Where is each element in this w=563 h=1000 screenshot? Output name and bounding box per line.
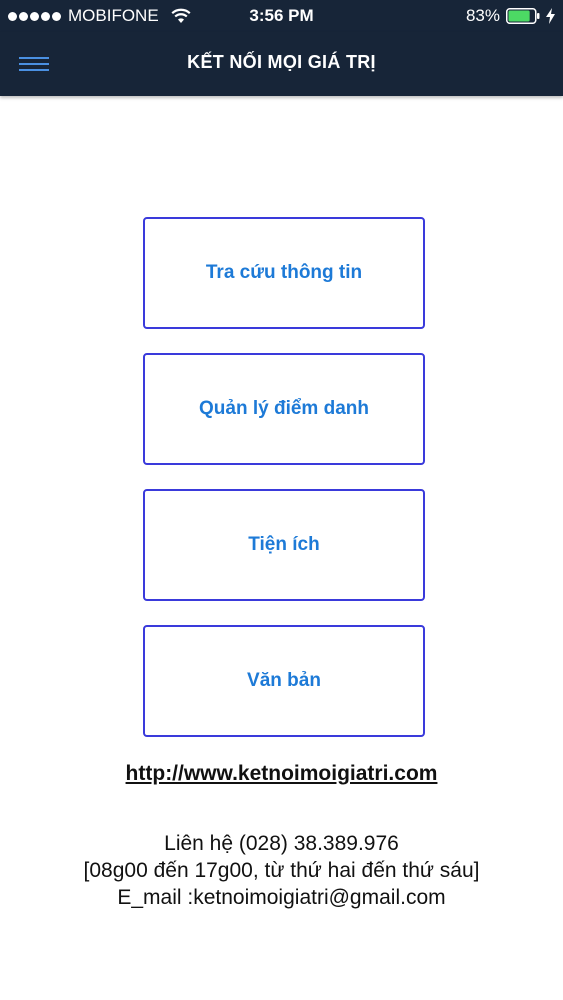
nav-bar: KẾT NỐI MỌI GIÁ TRỊ xyxy=(0,32,563,96)
battery-percent: 83% xyxy=(465,6,500,25)
page-title: KẾT NỐI MỌI GIÁ TRỊ xyxy=(187,52,376,72)
status-right: 83% xyxy=(466,6,555,26)
contact-info: Liên hệ (028) 38.389.976 [08g00 đến 17g0… xyxy=(0,830,563,911)
contact-phone: Liên hệ (028) 38.389.976 xyxy=(164,832,399,855)
contact-email: E_mail :ketnoimoigiatri@gmail.com xyxy=(117,886,446,909)
menu-button-van-ban[interactable]: Văn bản xyxy=(143,625,425,737)
battery-icon xyxy=(506,8,540,24)
menu-button-tien-ich[interactable]: Tiện ích xyxy=(143,489,425,601)
battery-fill xyxy=(508,10,530,22)
status-bar: MOBIFONE 3:56 PM 83% xyxy=(0,0,563,32)
website-link[interactable]: http://www.ketnoimoigiatri.com xyxy=(0,762,563,786)
menu-button-tra-cuu-thong-tin[interactable]: Tra cứu thông tin xyxy=(143,217,425,329)
menu-button-quan-ly-diem-danh[interactable]: Quản lý điểm danh xyxy=(143,353,425,465)
footer: http://www.ketnoimoigiatri.com Liên hệ (… xyxy=(0,762,563,911)
charging-bolt-icon xyxy=(546,8,555,24)
contact-hours: [08g00 đến 17g00, từ thứ hai đến thứ sáu… xyxy=(83,859,480,882)
main-menu: Tra cứu thông tin Quản lý điểm danh Tiện… xyxy=(143,217,425,737)
